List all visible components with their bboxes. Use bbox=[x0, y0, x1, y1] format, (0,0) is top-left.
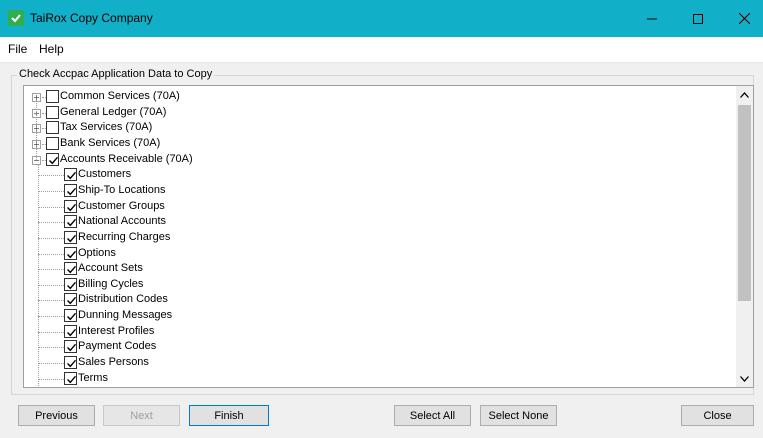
tree-item-row[interactable]: Account Sets bbox=[24, 261, 734, 277]
tree-module-row[interactable]: − Accounts Receivable (70A) bbox=[24, 152, 734, 168]
checkbox[interactable] bbox=[64, 246, 77, 260]
tree-item-row[interactable]: Distribution Codes bbox=[24, 292, 734, 308]
finish-button[interactable]: Finish bbox=[189, 405, 269, 426]
tree-item-label: Terms bbox=[78, 371, 108, 384]
tree-connector bbox=[38, 206, 64, 208]
tree-item-label: Customer Groups bbox=[78, 199, 165, 212]
tree-item-label: Options bbox=[78, 246, 116, 259]
tree-connector bbox=[38, 269, 64, 271]
checkbox[interactable] bbox=[64, 262, 77, 276]
tree-connector bbox=[38, 316, 64, 318]
checkbox[interactable] bbox=[64, 293, 77, 307]
tree-item-label: Ship-To Locations bbox=[78, 183, 166, 196]
checkbox[interactable] bbox=[64, 215, 77, 229]
tree-module-row[interactable]: + Common Services (70A) bbox=[24, 89, 734, 105]
select-none-button[interactable]: Select None bbox=[480, 405, 557, 426]
tree-item-label: Customers bbox=[78, 168, 132, 181]
tree-connector bbox=[38, 163, 39, 387]
tree-item-row[interactable]: Recurring Charges bbox=[24, 230, 734, 246]
tree-item-label: Payment Codes bbox=[78, 340, 157, 353]
tree-item-label: Bank Services (70A) bbox=[60, 136, 161, 149]
tree-item-label: National Accounts bbox=[78, 215, 167, 228]
title-bar[interactable]: TaiRox Copy Company bbox=[0, 0, 763, 37]
minimize-button[interactable] bbox=[629, 0, 675, 37]
tree-item-label: Account Sets bbox=[78, 262, 143, 275]
checkbox[interactable] bbox=[46, 90, 59, 103]
checkbox[interactable] bbox=[64, 324, 77, 338]
checkbox[interactable] bbox=[46, 136, 59, 150]
app-logo-icon bbox=[8, 10, 24, 26]
tree-item-row[interactable]: Customer Groups bbox=[24, 199, 734, 215]
tree-item-row[interactable]: Options bbox=[24, 246, 734, 262]
close-icon bbox=[738, 13, 750, 24]
maximize-icon bbox=[693, 13, 703, 24]
tree-item-row[interactable]: National Accounts bbox=[24, 214, 734, 230]
checkbox[interactable] bbox=[64, 168, 77, 182]
checkbox[interactable] bbox=[64, 199, 77, 213]
checkbox[interactable] bbox=[46, 152, 59, 166]
tree-item-row[interactable]: Billing Cycles bbox=[24, 277, 734, 293]
tree-item-label: Recurring Charges bbox=[78, 230, 171, 243]
menu-help[interactable]: Help bbox=[39, 42, 64, 56]
tree-item-label: Interest Profiles bbox=[78, 324, 155, 337]
menu-file[interactable]: File bbox=[8, 42, 27, 56]
tree-connector bbox=[38, 237, 64, 239]
checkbox[interactable] bbox=[64, 230, 77, 244]
tree-module-row[interactable]: + General Ledger (70A) bbox=[24, 105, 734, 121]
tree-item-row[interactable]: Terms bbox=[24, 371, 734, 387]
tree-connector bbox=[38, 300, 64, 302]
tree-item-label: Common Services (70A) bbox=[60, 90, 180, 102]
tree-item-row[interactable]: Dunning Messages bbox=[24, 308, 734, 324]
application-tree[interactable]: + Common Services (70A) + General Ledger (7… bbox=[23, 85, 754, 388]
checkbox[interactable] bbox=[64, 183, 77, 197]
tree-item-label: Distribution Codes bbox=[78, 293, 168, 306]
window-title: TaiRox Copy Company bbox=[30, 11, 153, 25]
close-window-button[interactable] bbox=[721, 0, 763, 37]
checkbox[interactable] bbox=[64, 309, 77, 323]
tree-item-row[interactable]: Payment Codes bbox=[24, 339, 734, 355]
tree-connector bbox=[38, 222, 64, 224]
tree-item-label: Billing Cycles bbox=[78, 277, 144, 290]
tree-connector bbox=[38, 363, 64, 365]
checkbox[interactable] bbox=[64, 277, 77, 291]
tree-connector bbox=[38, 284, 64, 286]
tree-connector bbox=[38, 347, 64, 349]
minimize-icon bbox=[647, 18, 657, 19]
tree-item-row[interactable]: Customers bbox=[24, 167, 734, 183]
close-button[interactable]: Close bbox=[681, 405, 754, 426]
tree-item-row[interactable]: Sales Persons bbox=[24, 355, 734, 371]
tree-item-label: General Ledger (70A) bbox=[60, 105, 167, 118]
menu-bar: File Help bbox=[0, 37, 763, 63]
groupbox-legend: Check Accpac Application Data to Copy bbox=[17, 68, 215, 80]
chevron-up-icon bbox=[740, 91, 749, 98]
scroll-up-button[interactable] bbox=[736, 86, 753, 103]
tree-item-label: Tax Services (70A) bbox=[60, 121, 153, 134]
maximize-button[interactable] bbox=[675, 0, 721, 37]
tree-connector bbox=[38, 175, 64, 177]
select-all-button[interactable]: Select All bbox=[394, 405, 471, 426]
next-button[interactable]: Next bbox=[103, 405, 180, 426]
checkbox[interactable] bbox=[46, 121, 59, 135]
checkbox[interactable] bbox=[64, 371, 77, 385]
scroll-down-button[interactable] bbox=[736, 370, 753, 387]
tree-connector bbox=[38, 253, 64, 255]
tree-module-row[interactable]: + Tax Services (70A) bbox=[24, 120, 734, 136]
tree-connector bbox=[38, 378, 64, 380]
tree-item-label: Sales Persons bbox=[78, 356, 149, 369]
tree-connector bbox=[38, 190, 64, 192]
checkbox[interactable] bbox=[46, 105, 59, 119]
tree-item-label: Dunning Messages bbox=[78, 309, 173, 322]
tree-module-row[interactable]: + Bank Services (70A) bbox=[24, 136, 734, 152]
chevron-down-icon bbox=[740, 375, 749, 382]
tree-connector bbox=[36, 100, 37, 160]
previous-button[interactable]: Previous bbox=[18, 405, 95, 426]
checkbox[interactable] bbox=[64, 356, 77, 370]
tree-item-row[interactable]: Interest Profiles bbox=[24, 324, 734, 340]
tree-scrollbar[interactable] bbox=[736, 86, 753, 387]
tree-item-row[interactable]: Ship-To Locations bbox=[24, 183, 734, 199]
tree-connector bbox=[38, 331, 64, 333]
scroll-thumb[interactable] bbox=[738, 105, 751, 301]
checkbox[interactable] bbox=[64, 340, 77, 354]
tree-item-label: Accounts Receivable (70A) bbox=[60, 152, 193, 165]
